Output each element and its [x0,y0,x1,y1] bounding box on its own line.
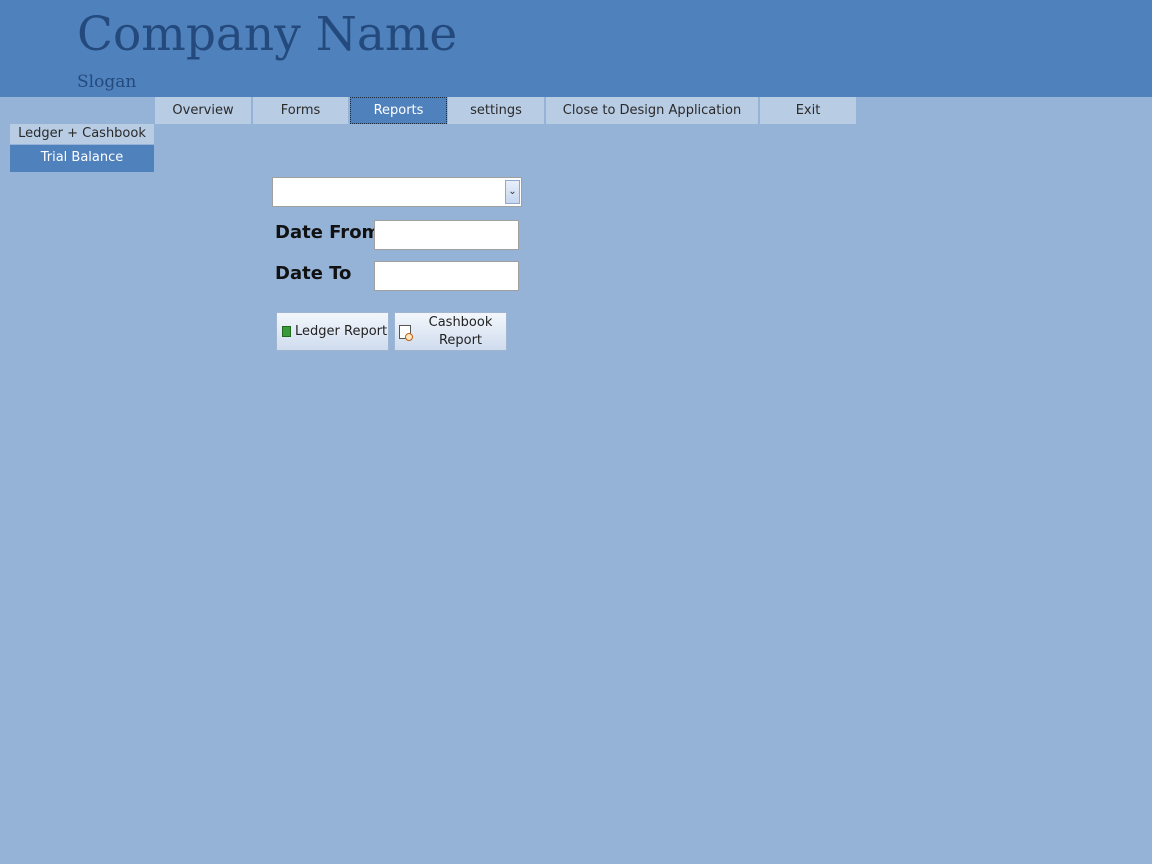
ledger-report-label: Ledger Report [295,324,388,339]
sidebar-item-trial-balance[interactable]: Trial Balance [10,145,154,172]
cashbook-report-label: Cashbook Report [415,314,506,350]
report-preview-icon [399,324,413,341]
date-from-field[interactable] [374,220,519,250]
tab-exit[interactable]: Exit [760,97,857,124]
date-to-field[interactable] [374,261,519,291]
sidebar-item-ledger-cashbook[interactable]: Ledger + Cashbook [10,124,154,144]
date-from-label: Date From [275,222,381,243]
book-icon [282,326,291,337]
chevron-down-icon[interactable]: ⌄ [505,180,520,204]
tab-close-to-design[interactable]: Close to Design Application [546,97,759,124]
tab-reports[interactable]: Reports [350,97,447,124]
account-combo-box[interactable]: ⌄ [272,177,522,207]
date-to-label: Date To [275,263,352,284]
tab-settings[interactable]: settings [448,97,545,124]
ledger-report-button[interactable]: Ledger Report [276,312,389,351]
app-window: Company Name Slogan Overview Forms Repor… [0,0,1152,864]
cashbook-label-line2: Report [438,332,483,348]
header-banner: Company Name Slogan [0,0,1152,97]
cashbook-report-button[interactable]: Cashbook Report [394,312,507,351]
tab-forms[interactable]: Forms [253,97,349,124]
tab-overview[interactable]: Overview [155,97,252,124]
cashbook-label-line1: Cashbook [428,314,493,330]
slogan: Slogan [77,72,137,92]
company-name: Company Name [77,7,458,62]
